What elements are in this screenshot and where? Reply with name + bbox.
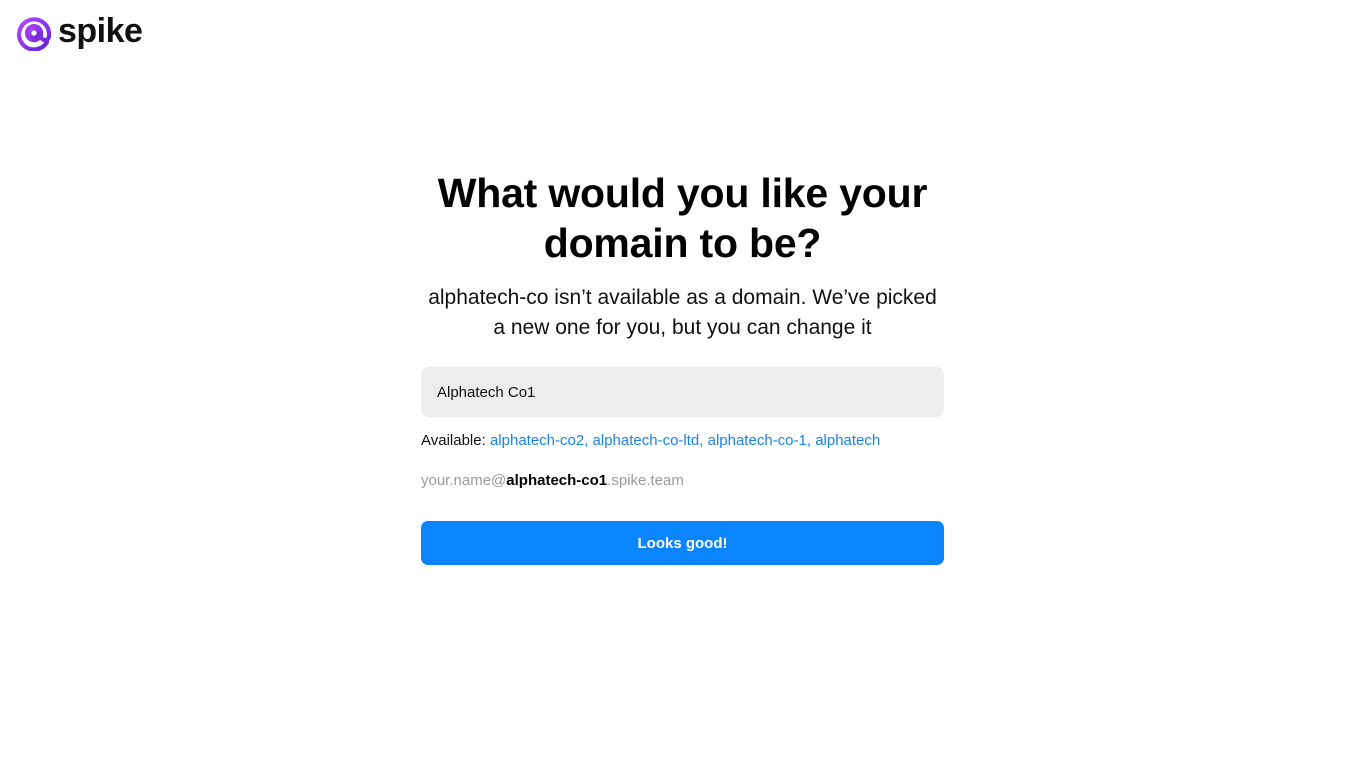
domain-input[interactable] xyxy=(421,367,944,417)
page-title: What would you like your domain to be? xyxy=(437,170,928,266)
brand-name: spike xyxy=(58,12,143,50)
spike-at-logo-icon xyxy=(17,17,52,51)
email-preview-prefix: your.name@ xyxy=(421,472,507,489)
email-preview-domain: alphatech-co1 xyxy=(506,472,608,489)
spike-logo[interactable]: spike xyxy=(16,12,143,52)
available-suggestions: Available: alphatech-co2, alphatech-co-l… xyxy=(421,432,944,450)
available-label: Available: xyxy=(421,432,486,449)
domain-suggestion-link[interactable]: alphatech-co-ltd, xyxy=(593,432,704,449)
suggestion-list: alphatech-co2, alphatech-co-ltd, alphate… xyxy=(490,432,880,449)
domain-suggestion-link[interactable]: alphatech xyxy=(815,432,880,449)
page-subtitle: alphatech-co isn’t available as a domain… xyxy=(428,286,937,339)
looks-good-button[interactable]: Looks good! xyxy=(421,521,944,565)
domain-suggestion-link[interactable]: alphatech-co-1, xyxy=(708,432,811,449)
domain-setup-panel: What would you like your domain to be? a… xyxy=(421,168,944,565)
email-preview-suffix: .spike.team xyxy=(607,472,684,489)
email-preview: your.name@alphatech-co1.spike.team xyxy=(421,472,944,490)
domain-suggestion-link[interactable]: alphatech-co2, xyxy=(490,432,588,449)
